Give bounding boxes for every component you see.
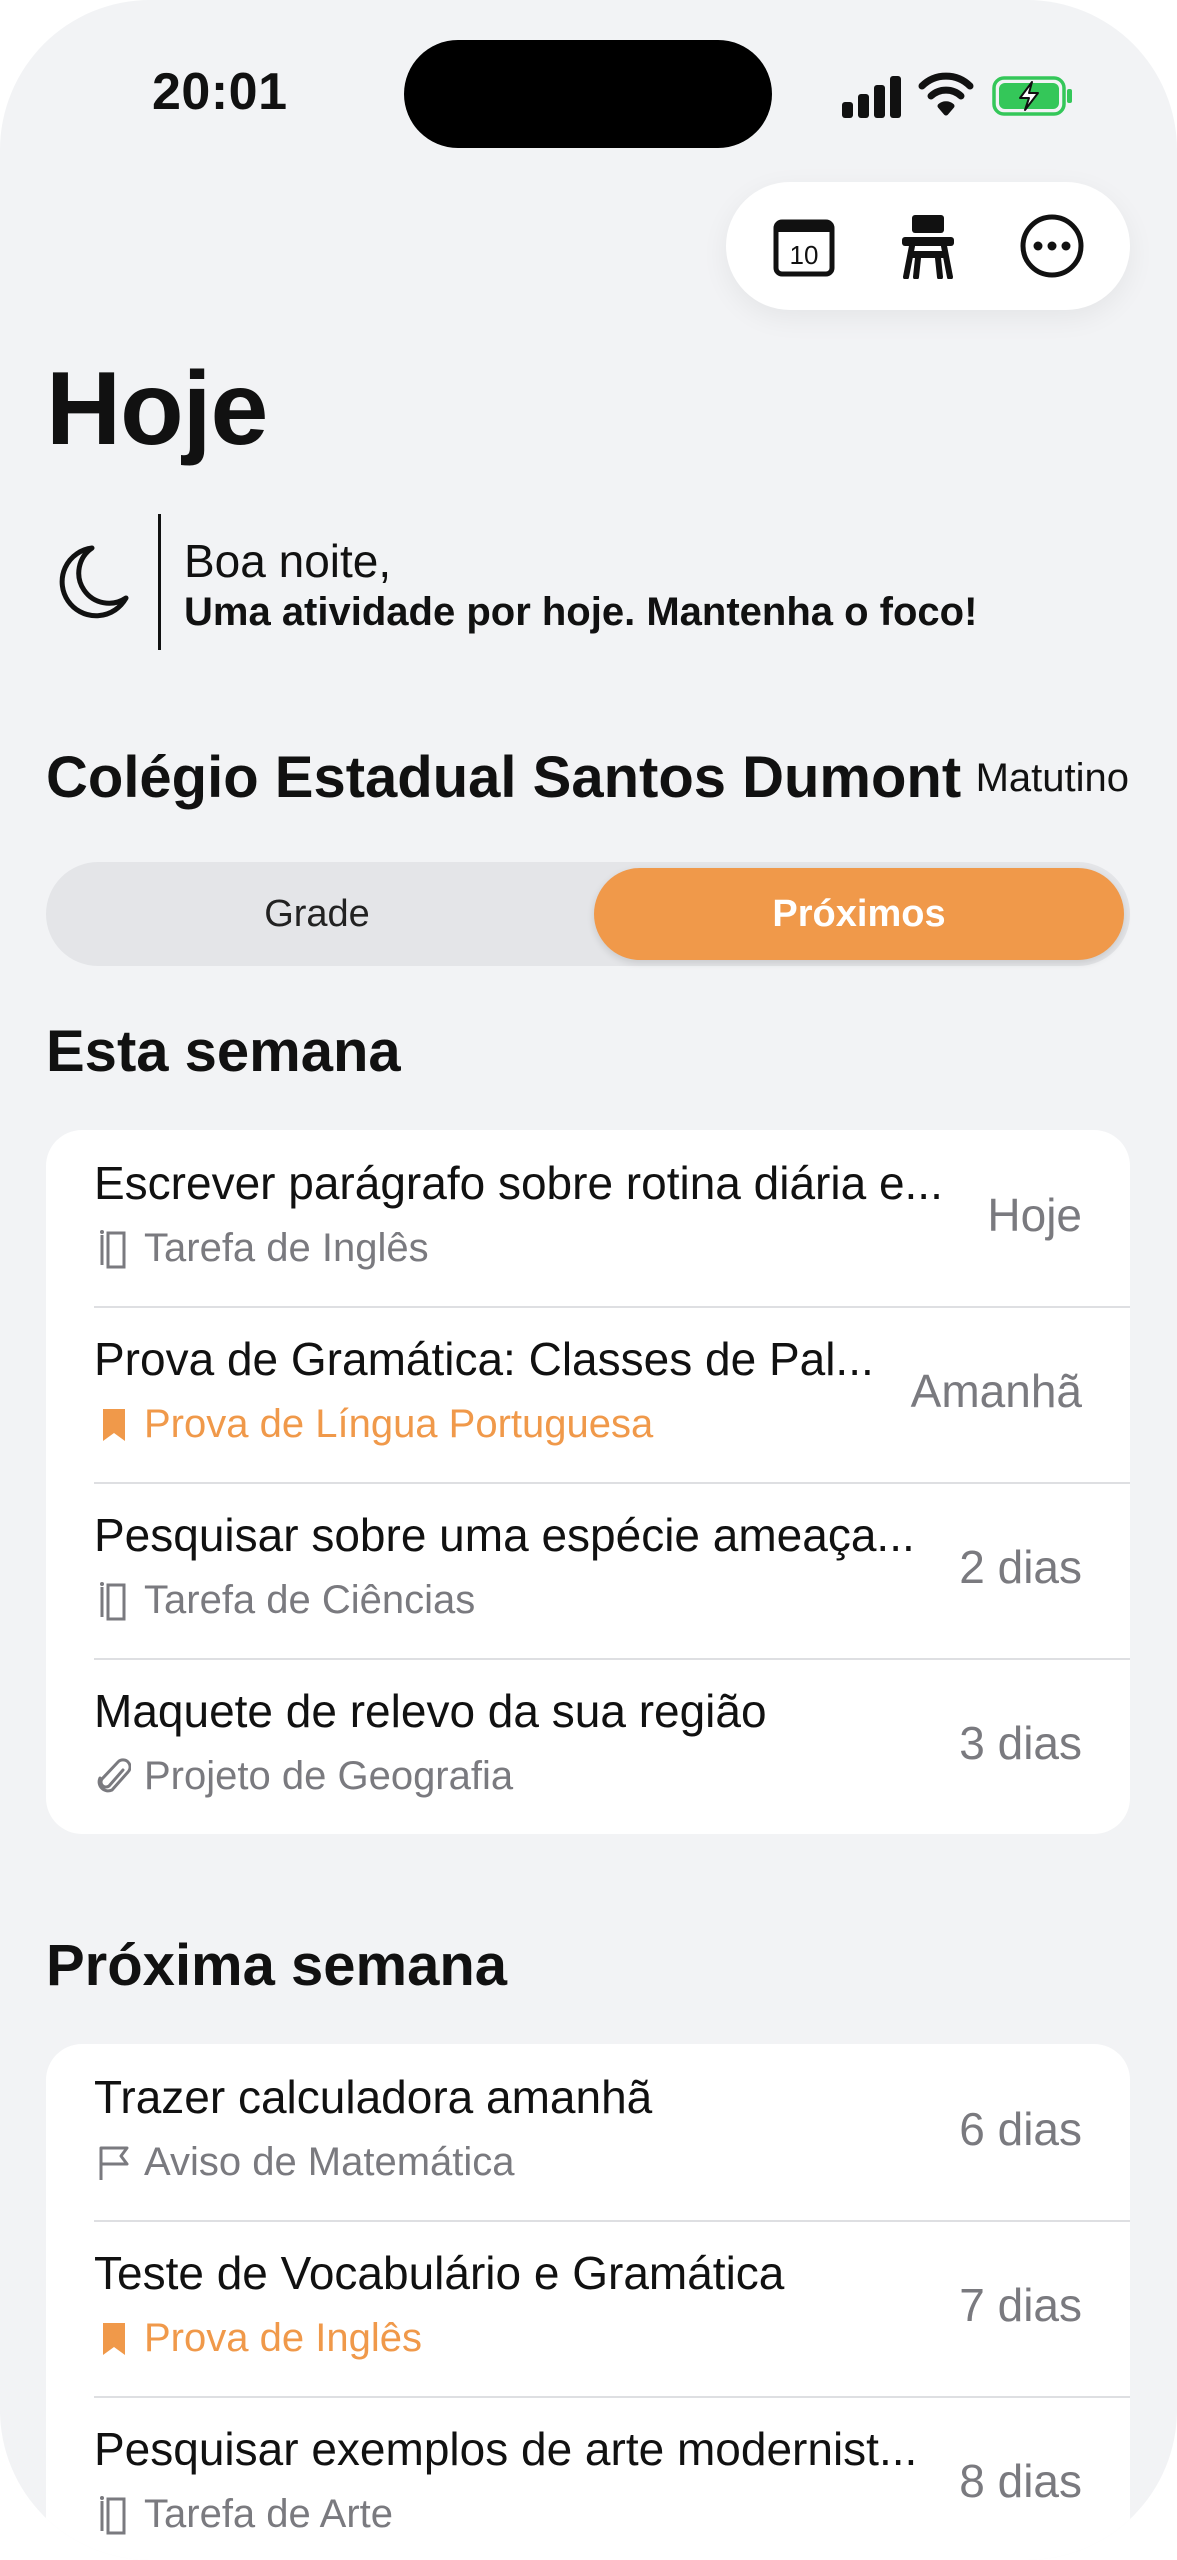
greeting-block: Boa noite, Uma atividade por hoje. Mante… <box>46 514 1046 650</box>
item-title: Maquete de relevo da sua região <box>94 1685 767 1737</box>
next-week-list: Trazer calculadora amanhã Aviso de Matem… <box>46 2044 1130 2560</box>
calendar-button[interactable]: 10 <box>768 210 840 282</box>
greeting-message: Uma atividade por hoje. Mantenha o foco! <box>184 590 978 634</box>
dynamic-island <box>404 40 772 148</box>
moon-icon <box>59 545 129 619</box>
phone-screen: 20:01 10 Hoje Boa noite, Uma atividade p… <box>0 0 1177 2560</box>
item-category: Tarefa de Arte <box>144 2492 394 2536</box>
school-desk-icon <box>902 215 954 279</box>
item-category: Tarefa de Ciências <box>144 1578 476 1622</box>
flag-icon <box>94 2143 134 2183</box>
page-title: Hoje <box>46 351 268 467</box>
item-due: 6 dias <box>959 2103 1082 2155</box>
item-category: Prova de Inglês <box>144 2316 422 2360</box>
item-subtitle: Tarefa de Inglês <box>94 1226 429 1271</box>
item-title: Pesquisar sobre uma espécie ameaça... <box>94 1509 915 1561</box>
school-name: Colégio Estadual Santos Dumont <box>46 745 962 810</box>
book-icon <box>94 2495 134 2535</box>
school-shift: Matutino <box>975 756 1129 800</box>
this-week-list: Escrever parágrafo sobre rotina diária e… <box>46 1130 1130 1834</box>
calendar-day-text: 10 <box>790 240 819 270</box>
calendar-icon: 10 <box>773 219 835 277</box>
cellular-signal-icon <box>842 74 902 118</box>
item-due: 7 dias <box>959 2279 1082 2331</box>
item-category: Aviso de Matemática <box>144 2140 515 2184</box>
book-icon <box>94 1581 134 1621</box>
bookmark-icon <box>94 2319 134 2359</box>
bookmark-icon <box>94 1405 134 1445</box>
list-item[interactable]: Pesquisar sobre uma espécie ameaça... Ta… <box>46 1482 1130 1658</box>
item-due: 2 dias <box>959 1541 1082 1593</box>
top-toolbar: 10 <box>726 182 1130 310</box>
segment-grade[interactable]: Grade <box>52 868 582 960</box>
item-category: Prova de Língua Portuguesa <box>144 1402 654 1446</box>
more-icon <box>1020 214 1084 278</box>
section-title-this-week: Esta semana <box>46 1019 401 1084</box>
item-title: Prova de Gramática: Classes de Pal... <box>94 1333 874 1385</box>
item-title: Pesquisar exemplos de arte modernist... <box>94 2423 918 2475</box>
paperclip-icon <box>94 1757 134 1797</box>
status-time: 20:01 <box>152 63 288 121</box>
item-subtitle: Projeto de Geografia <box>94 1754 513 1799</box>
item-subtitle: Tarefa de Ciências <box>94 1578 475 1623</box>
item-due: Hoje <box>987 1189 1082 1241</box>
greeting-salutation: Boa noite, <box>184 535 392 587</box>
item-subtitle: Aviso de Matemática <box>94 2140 515 2185</box>
more-button[interactable] <box>1016 210 1088 282</box>
item-subtitle: Prova de Língua Portuguesa <box>94 1402 653 1447</box>
list-item[interactable]: Trazer calculadora amanhã Aviso de Matem… <box>46 2044 1130 2220</box>
item-subtitle: Prova de Inglês <box>94 2316 422 2361</box>
list-item[interactable]: Pesquisar exemplos de arte modernist... … <box>46 2396 1130 2560</box>
wifi-icon <box>918 72 974 116</box>
item-due: 8 dias <box>959 2455 1082 2507</box>
greeting-divider <box>158 514 161 650</box>
view-segmented-control: Grade Próximos <box>46 862 1130 966</box>
item-due: 3 dias <box>959 1717 1082 1769</box>
classroom-button[interactable] <box>892 210 964 282</box>
segment-proximos[interactable]: Próximos <box>594 868 1124 960</box>
item-category: Tarefa de Inglês <box>144 1226 429 1270</box>
item-title: Escrever parágrafo sobre rotina diária e… <box>94 1157 943 1209</box>
item-title: Trazer calculadora amanhã <box>94 2071 653 2123</box>
list-item[interactable]: Prova de Gramática: Classes de Pal... Pr… <box>46 1306 1130 1482</box>
item-title: Teste de Vocabulário e Gramática <box>94 2247 785 2299</box>
section-title-next-week: Próxima semana <box>46 1933 508 1998</box>
item-due: Amanhã <box>910 1365 1082 1417</box>
list-item[interactable]: Teste de Vocabulário e Gramática Prova d… <box>46 2220 1130 2396</box>
book-icon <box>94 1229 134 1269</box>
list-item[interactable]: Escrever parágrafo sobre rotina diária e… <box>46 1130 1130 1306</box>
item-subtitle: Tarefa de Arte <box>94 2492 393 2537</box>
battery-charging-icon <box>992 76 1072 116</box>
list-item[interactable]: Maquete de relevo da sua região Projeto … <box>46 1658 1130 1834</box>
item-category: Projeto de Geografia <box>144 1754 514 1798</box>
